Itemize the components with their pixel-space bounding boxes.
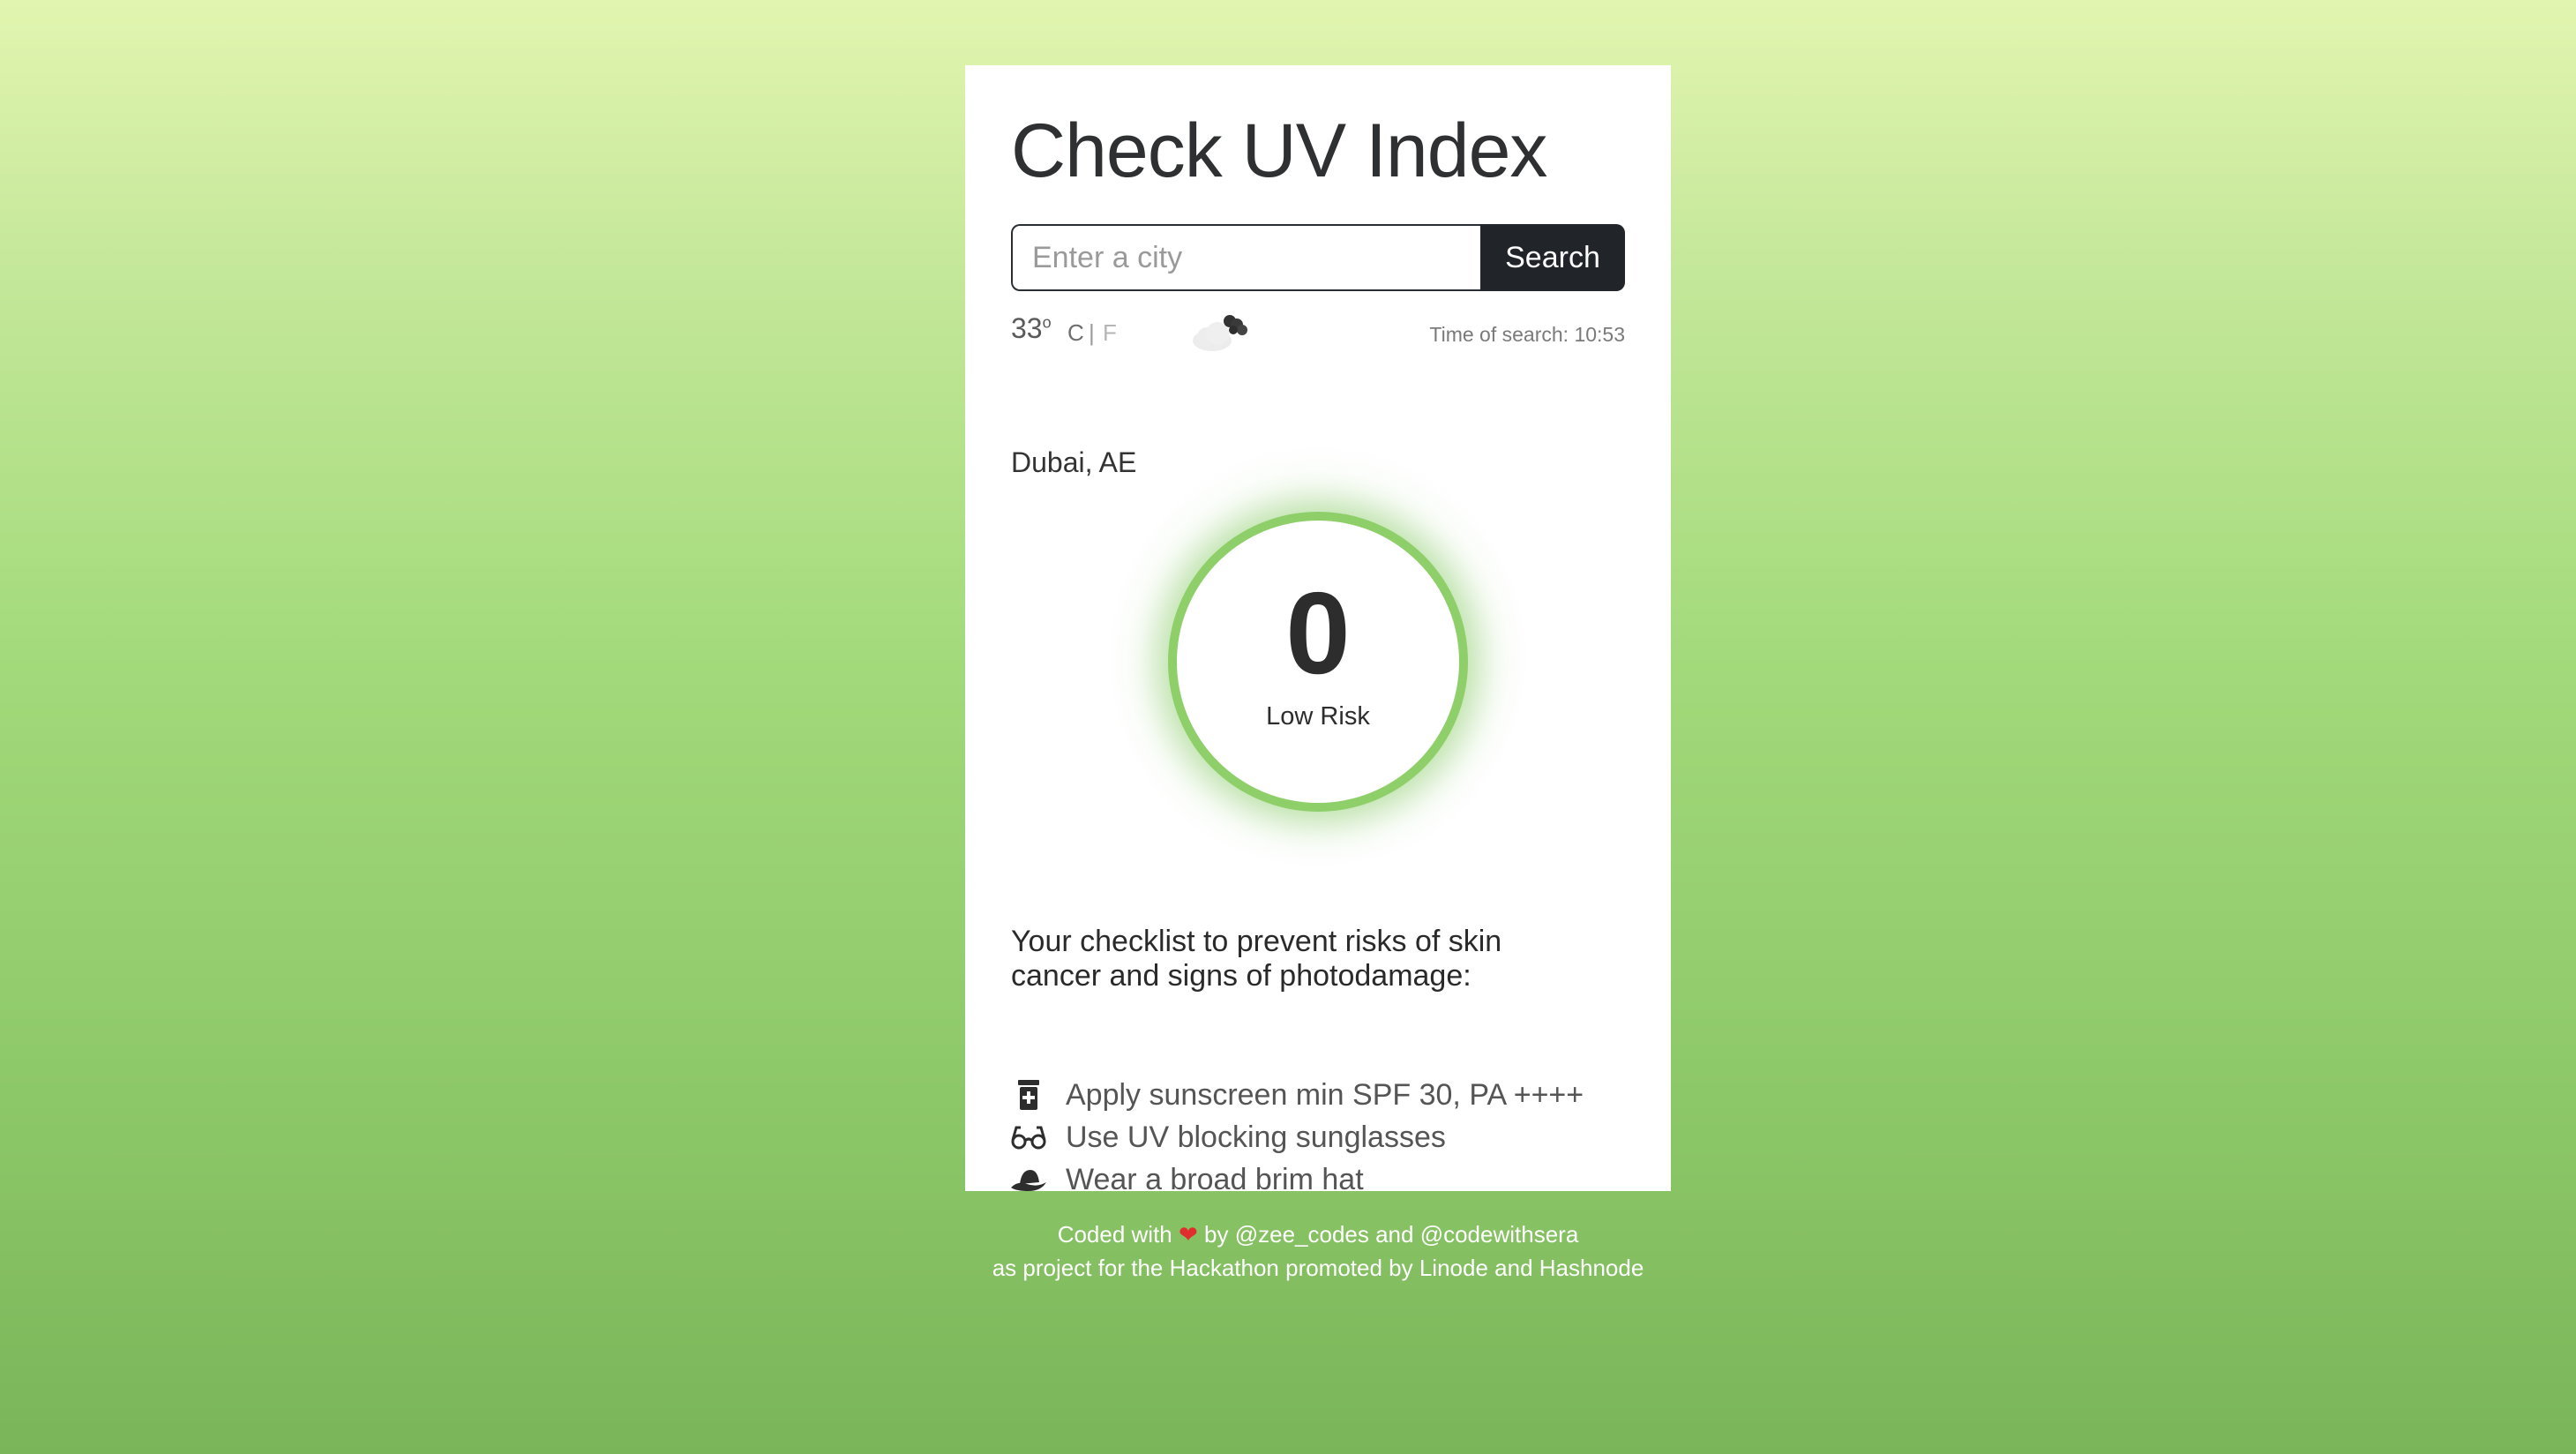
footer-project-line: as project for the Hackathon promoted by… [992,1255,1644,1281]
uv-index-value: 0 [1285,568,1351,698]
footer-authors: by @zee_codes and @codewithsera [1204,1221,1579,1248]
unit-separator: | [1089,319,1095,346]
city-search-input[interactable] [1011,224,1482,291]
heart-icon: ❤ [1179,1221,1198,1248]
city-name: Dubai, AE [1011,446,1137,478]
uv-risk-label: Low Risk [1266,702,1370,731]
footer-credit-line: Coded with ❤ by @zee_codes and @codewith… [965,1218,1671,1251]
uv-card: Check UV Index Search 33o C | F Time of … [965,65,1671,1196]
page-title: Check UV Index [1011,109,1547,193]
cloudy-icon [1193,315,1247,351]
weather-meta-row: 33o C | F Time of search: 10:53 [1011,312,1625,365]
sunscreen-icon [1018,1080,1039,1110]
checklist-item: Wear a broad brim hat [1011,1163,1584,1205]
uv-index-circle: 0 Low Risk [1177,521,1459,803]
checklist-item-label: Wear a broad brim hat [1066,1163,1364,1196]
checklist-item: Apply sunscreen min SPF 30, PA ++++ [1011,1078,1584,1120]
search-button[interactable]: Search [1480,224,1625,291]
fahrenheit-link[interactable]: F [1103,319,1117,347]
hat-icon [1011,1170,1046,1191]
checklist-title: Your checklist to prevent risks of skin … [1011,925,1502,993]
footer: Coded with ❤ by @zee_codes and @codewith… [965,1218,1671,1285]
checklist-item: Use UV blocking sunglasses [1011,1120,1584,1163]
checklist-item-label: Apply sunscreen min SPF 30, PA ++++ [1066,1078,1584,1112]
checklist-item-label: Use UV blocking sunglasses [1066,1120,1446,1154]
glasses-icon [1011,1126,1046,1150]
footer-coded-with: Coded with [1057,1221,1172,1248]
time-of-search: Time of search: 10:53 [1429,323,1625,346]
celsius-link[interactable]: C [1067,319,1084,347]
search-form: Search [1011,224,1625,291]
checklist: Apply sunscreen min SPF 30, PA ++++ Use … [1011,1078,1584,1205]
temperature-value: 33o [1011,312,1052,344]
